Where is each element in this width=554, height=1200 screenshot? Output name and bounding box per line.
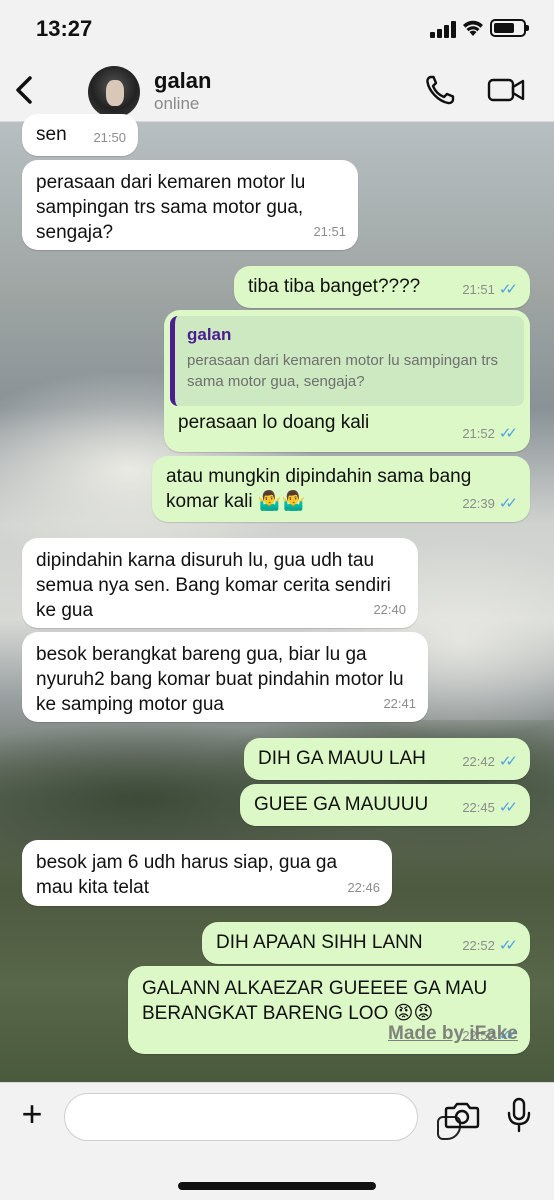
message-text: sen [36,124,67,145]
status-bar: 13:27 [0,0,554,60]
message-time: 21:51 ✓✓ [462,277,518,302]
message-time: 22:42 ✓✓ [462,749,518,774]
message-bubble-incoming[interactable]: sen 21:50 [22,114,138,156]
message-text: perasaan dari kemaren motor lu sampingan… [36,172,306,243]
camera-icon[interactable] [444,1101,480,1129]
read-receipt-icon: ✓✓ [498,495,518,512]
mic-icon[interactable] [506,1097,532,1133]
message-text: GUEE GA MAUUUU [254,794,429,815]
message-text: GALANN ALKAEZAR GUEEEE GA MAU BERANGKAT … [142,978,488,1024]
message-text: dipindahin karna disuruh lu, gua udh tau… [36,550,391,621]
read-receipt-icon: ✓✓ [498,937,518,954]
avatar[interactable] [88,66,140,118]
message-bubble-outgoing[interactable]: GUEE GA MAUUUU 22:45 ✓✓ [240,784,530,826]
contact-status: online [154,94,200,113]
message-time: 21:50 [93,130,126,145]
message-time: 22:52 ✓✓ [462,933,518,958]
phone-icon[interactable] [422,72,462,108]
message-text: DIH APAAN SIHH LANN [216,932,423,953]
message-list[interactable]: sen 21:50 perasaan dari kemaren motor lu… [0,114,554,1082]
message-time: 21:52 ✓✓ [462,421,518,446]
wifi-icon [463,20,483,36]
quoted-sender: galan [187,325,232,344]
message-bubble-outgoing[interactable]: DIH GA MAUU LAH 22:42 ✓✓ [244,738,530,780]
message-text: perasaan lo doang kali [178,412,370,433]
read-receipt-icon: ✓✓ [498,281,518,298]
message-bubble-incoming[interactable]: besok jam 6 udh harus siap, gua ga mau k… [22,840,392,906]
message-bubble-incoming[interactable]: besok berangkat bareng gua, biar lu ga n… [22,632,428,722]
message-text: atau mungkin dipindahin sama bang komar … [166,466,472,512]
chevron-left-icon[interactable] [10,70,40,110]
message-bubble-outgoing[interactable]: DIH APAAN SIHH LANN 22:52 ✓✓ [202,922,530,964]
message-time: 22:46 [347,880,380,895]
read-receipt-icon: ✓✓ [498,753,518,770]
video-icon[interactable] [486,72,526,108]
message-time: 22:45 ✓✓ [462,795,518,820]
read-receipt-icon: ✓✓ [498,799,518,816]
message-time: 22:39 ✓✓ [462,491,518,516]
home-indicator[interactable] [178,1182,376,1190]
composer-bar: + [0,1082,554,1200]
message-bubble-incoming[interactable]: perasaan dari kemaren motor lu sampingan… [22,160,358,250]
message-time: 21:51 [313,224,346,239]
message-time: 22:41 [383,696,416,711]
quoted-text: perasaan dari kemaren motor lu sampingan… [187,352,498,390]
message-bubble-incoming[interactable]: dipindahin karna disuruh lu, gua udh tau… [22,538,418,628]
watermark: Made by iFake [388,1023,518,1044]
contact-name[interactable]: galan [154,68,211,94]
plus-icon[interactable]: + [14,1096,50,1133]
message-input[interactable] [64,1093,461,1141]
message-text: besok jam 6 udh harus siap, gua ga mau k… [36,852,338,898]
quoted-message[interactable]: galan perasaan dari kemaren motor lu sam… [170,316,524,406]
message-text: DIH GA MAUU LAH [258,748,426,769]
message-bubble-outgoing[interactable]: tiba tiba banget???? 21:51 ✓✓ [234,266,530,308]
message-time: 22:40 [373,602,406,617]
chat-header: galan online [0,60,554,122]
message-text: tiba tiba banget???? [248,276,421,297]
message-bubble-outgoing[interactable]: atau mungkin dipindahin sama bang komar … [152,456,530,522]
read-receipt-icon: ✓✓ [498,425,518,442]
status-time: 13:27 [36,16,93,41]
message-bubble-outgoing[interactable]: galan perasaan dari kemaren motor lu sam… [164,310,530,452]
message-text: besok berangkat bareng gua, biar lu ga n… [36,644,404,715]
cellular-signal-icon [430,20,456,38]
battery-icon [490,19,529,37]
